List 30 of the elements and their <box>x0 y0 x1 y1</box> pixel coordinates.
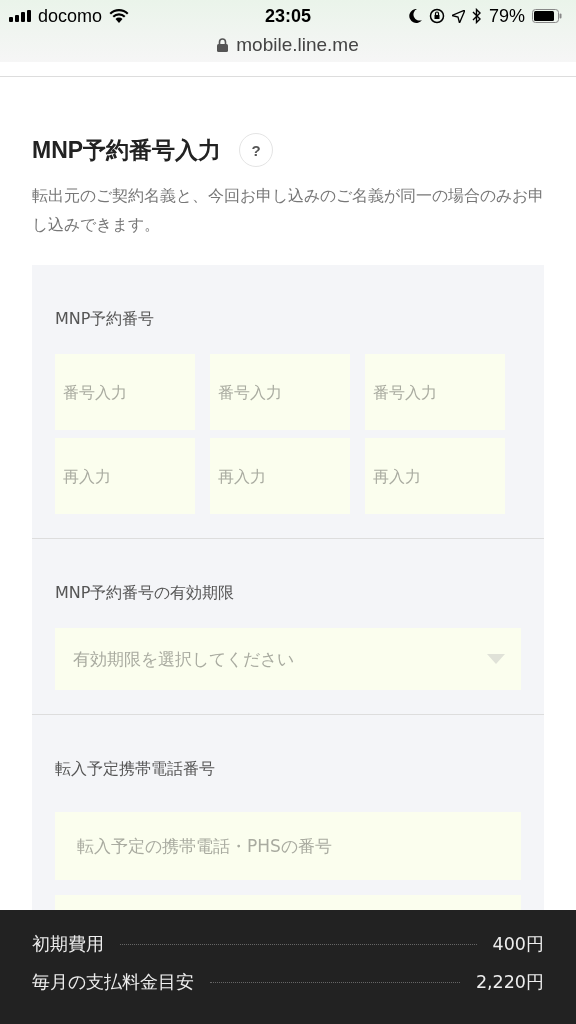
section-title: MNP予約番号入力 <box>32 135 222 165</box>
input-field[interactable]: 再入力 <box>55 438 195 514</box>
price-label: 初期費用 <box>32 933 104 956</box>
price-value: 400円 <box>492 933 544 956</box>
field-label: 転入予定携帯電話番号 <box>55 759 216 780</box>
price-label: 毎月の支払料金目安 <box>32 971 194 994</box>
lock-icon <box>217 38 229 52</box>
input-field[interactable]: 番号入力 <box>210 354 350 430</box>
carrier-name: docomo <box>38 5 103 27</box>
caret-icon <box>487 654 505 664</box>
price-value: 2,220円 <box>475 971 544 994</box>
battery-percent: 79% <box>488 5 525 27</box>
input-field[interactable]: 番号入力 <box>365 354 505 430</box>
status-time: 23:05 <box>263 5 312 27</box>
field-label: MNP予約番号の有効期限 <box>55 583 236 604</box>
description: 転出元のご契約名義と、今回お申し込みのご名義が同一の場合のみお申し込みできます。 <box>32 185 544 236</box>
input-field[interactable]: 番号入力 <box>55 354 195 430</box>
help-button[interactable]: ? <box>239 133 274 167</box>
wifi-icon <box>109 9 130 23</box>
signal-icon <box>9 10 31 22</box>
moon-icon <box>408 9 422 23</box>
input-field[interactable]: 再入力 <box>365 438 505 514</box>
url-text[interactable]: mobile.line.me <box>236 34 359 56</box>
location-arrow-icon <box>451 9 465 23</box>
input-field[interactable]: 再入力 <box>210 438 350 514</box>
input-field[interactable]: 転入予定の携帯電話・PHSの番号 <box>55 812 521 880</box>
bluetooth-icon <box>471 8 482 24</box>
field-label: MNP予約番号 <box>55 309 156 330</box>
rotation-lock-icon <box>428 8 445 24</box>
battery-icon <box>532 9 562 23</box>
